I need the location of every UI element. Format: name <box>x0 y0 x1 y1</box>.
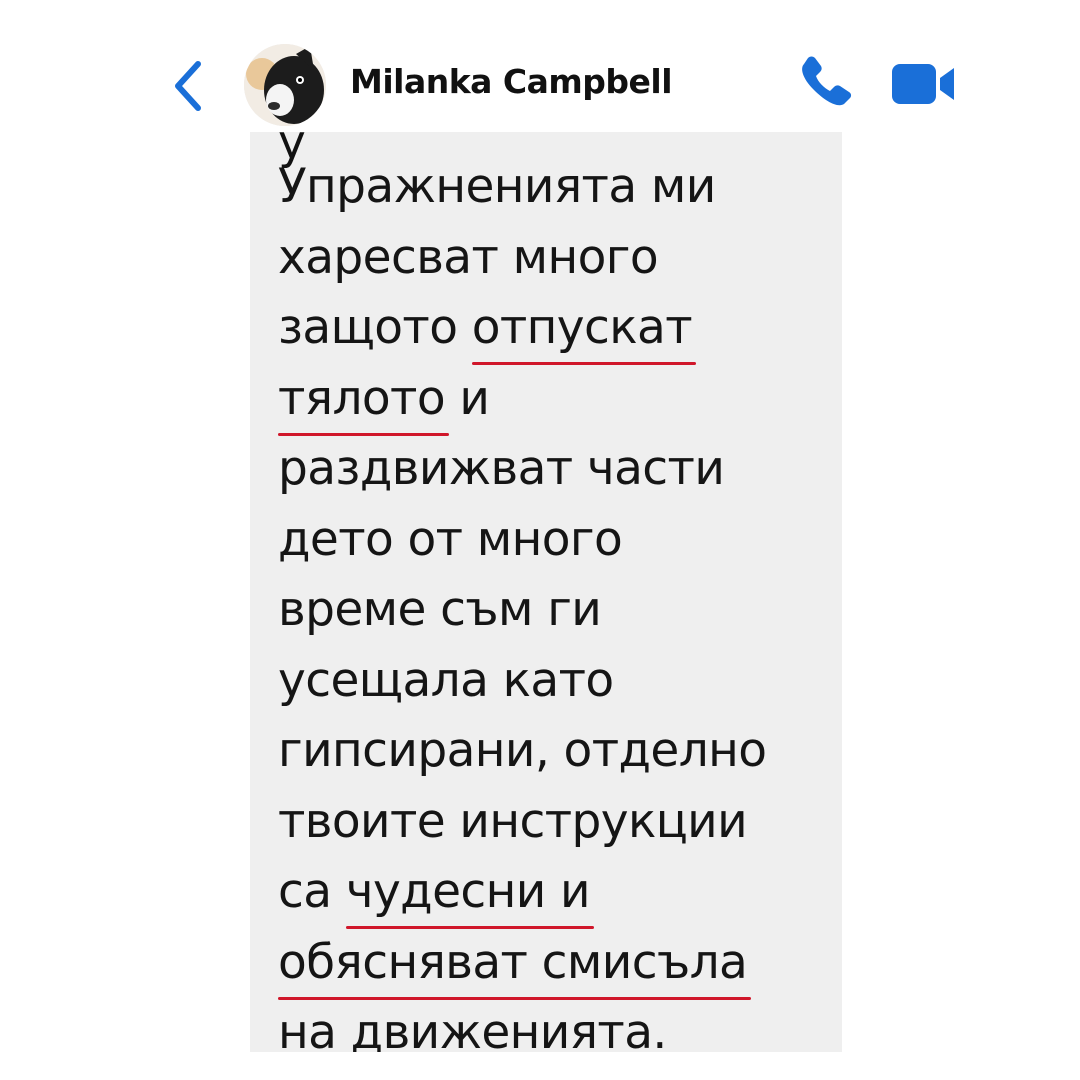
underlined-phrase: на движенията <box>278 1000 653 1052</box>
message-line: тялото и <box>278 366 490 436</box>
message-text-span: дето от много <box>278 511 623 567</box>
message-line: твоите инструкции <box>278 789 748 855</box>
message-line: време съм ги <box>278 577 602 643</box>
message-text-span: гипсирани, отделно <box>278 723 767 778</box>
underlined-phrase: отпускат <box>471 295 697 365</box>
message-line: обясняват смисъла <box>278 930 752 1000</box>
call-button[interactable] <box>796 56 856 112</box>
message-line: Упражненията ми <box>278 154 716 220</box>
message-line: раздвижват части <box>278 436 725 502</box>
phone-icon <box>802 56 852 106</box>
message-line: гипсирани, отделно <box>278 718 767 784</box>
video-call-button[interactable] <box>890 60 960 108</box>
chevron-left-icon <box>175 61 201 111</box>
message-text-span: Упражненията ми <box>278 159 716 214</box>
message-line: харесват много <box>278 225 659 291</box>
message-line: усещала като <box>278 648 614 714</box>
video-camera-icon <box>892 64 954 104</box>
chat-header: Milanka Campbell <box>0 0 1080 130</box>
message-bubble: у Упражненията ми харесват много защото от… <box>250 132 842 1052</box>
dog-avatar-image <box>244 44 326 126</box>
message-text-span: време съм ги <box>278 582 602 637</box>
message-line: са чудесни и <box>278 859 595 929</box>
message-text-span: и <box>444 370 490 426</box>
message-text-span: са <box>278 864 346 919</box>
message-text-span: . <box>652 1005 667 1052</box>
contact-name[interactable]: Milanka Campbell <box>350 62 673 101</box>
message-text-span: твоите инструкции <box>278 793 748 849</box>
message-text-span: усещала като <box>278 652 614 708</box>
underlined-phrase: чудесни и <box>345 859 595 929</box>
back-button[interactable] <box>168 56 212 116</box>
message-text-span: раздвижват части <box>278 441 725 496</box>
underlined-phrase: обясняват смисъла <box>278 930 752 1000</box>
message-line: дето от много <box>278 507 623 573</box>
message-text-span: защото <box>278 300 472 355</box>
underlined-phrase: тялото <box>278 366 449 436</box>
message-line: на движенията. <box>278 1000 667 1052</box>
avatar[interactable] <box>244 44 326 126</box>
message-text-span: харесват много <box>278 229 659 285</box>
message-line: защото отпускат <box>278 295 697 365</box>
